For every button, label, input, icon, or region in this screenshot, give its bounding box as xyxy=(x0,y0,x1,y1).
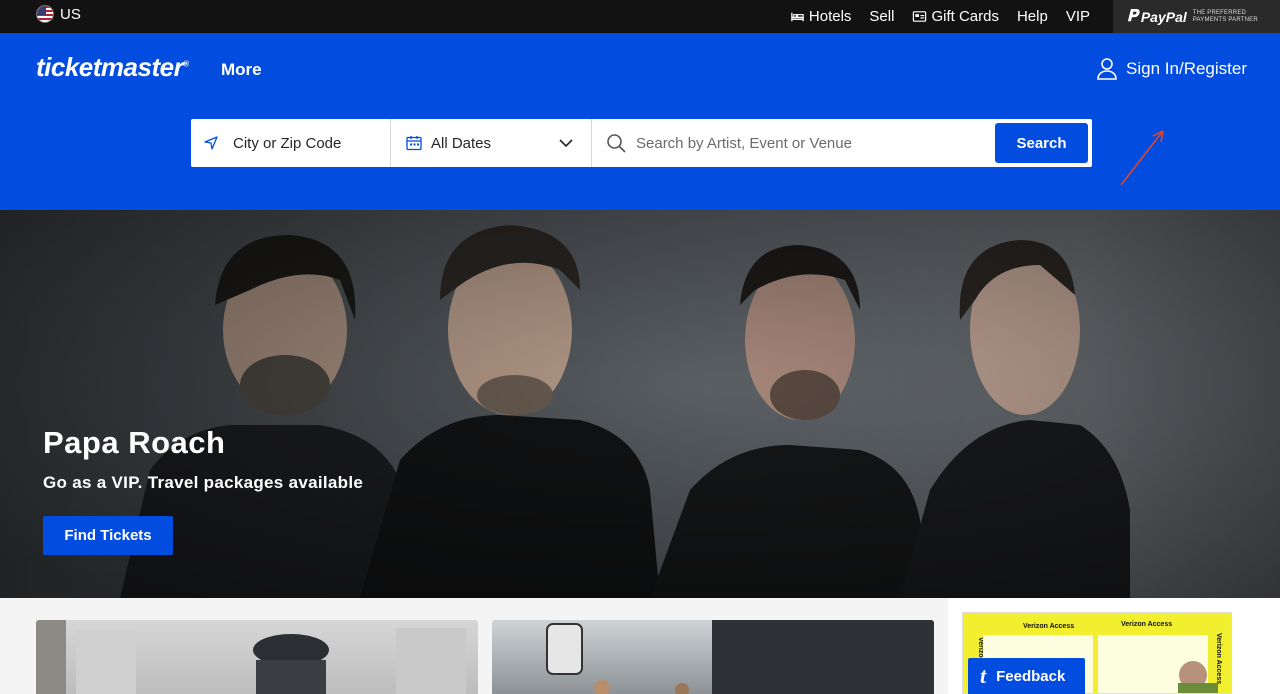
date-value: All Dates xyxy=(431,134,492,152)
search-button[interactable]: Search xyxy=(995,123,1088,163)
hero-subtitle: Go as a VIP. Travel packages available xyxy=(43,473,364,492)
ticketmaster-logo[interactable]: ticketmaster® xyxy=(36,52,189,83)
event-card-1[interactable] xyxy=(36,620,478,694)
region-label: US xyxy=(60,5,81,23)
event-card-2[interactable] xyxy=(492,620,934,694)
feedback-label: Feedback xyxy=(996,667,1066,685)
paypal-icon: 𝐏 xyxy=(1127,7,1138,25)
event-card-1-image xyxy=(36,620,466,694)
vip-label: VIP xyxy=(1065,8,1090,25)
hero-banner: Papa Roach Go as a VIP. Travel packages … xyxy=(0,210,1280,598)
hotels-link[interactable]: Hotels xyxy=(790,8,852,25)
calendar-icon xyxy=(406,136,422,151)
gift-cards-label: Gift Cards xyxy=(931,8,999,25)
date-select[interactable]: All Dates xyxy=(391,119,592,167)
paypal-tagline: THE PREFERRED PAYMENTS PARTNER xyxy=(1192,9,1258,23)
event-search-bar: City or Zip Code All Dates Search xyxy=(191,119,1092,167)
help-label: Help xyxy=(1016,8,1048,25)
utility-links: Hotels Sell Gift Cards Help VIP xyxy=(790,0,1090,33)
sell-link[interactable]: Sell xyxy=(869,8,894,25)
find-tickets-button[interactable]: Find Tickets xyxy=(43,516,173,555)
bed-icon xyxy=(791,12,804,22)
user-icon xyxy=(1097,58,1117,80)
location-arrow-icon xyxy=(204,136,218,150)
location-placeholder: City or Zip Code xyxy=(233,134,342,152)
help-link[interactable]: Help xyxy=(1017,8,1048,25)
paypal-partner-banner[interactable]: 𝐏 PayPal THE PREFERRED PAYMENTS PARTNER xyxy=(1113,0,1280,33)
hotels-label: Hotels xyxy=(808,8,852,25)
gift-cards-link[interactable]: Gift Cards xyxy=(912,8,999,25)
query-field: Search xyxy=(592,119,1092,167)
feedback-button[interactable]: t Feedback xyxy=(968,658,1085,694)
search-input[interactable] xyxy=(636,134,976,152)
chevron-down-icon xyxy=(559,139,573,148)
band-photo xyxy=(0,210,1280,598)
sell-label: Sell xyxy=(869,8,895,25)
region-selector[interactable]: US xyxy=(36,5,81,23)
site-header: ticketmaster® More Sign In/Register City… xyxy=(0,33,1280,210)
feedback-icon: t xyxy=(980,663,987,688)
sign-in-label: Sign In/Register xyxy=(1126,59,1247,78)
utility-bar: US Hotels Sell Gift Cards Help VIP 𝐏 PayP… xyxy=(0,0,1280,33)
location-field[interactable]: City or Zip Code xyxy=(191,119,391,167)
search-icon xyxy=(607,134,626,153)
annotation-arrow-icon xyxy=(1120,130,1164,186)
sign-in-register-link[interactable]: Sign In/Register xyxy=(1096,57,1247,81)
us-flag-icon xyxy=(36,5,54,23)
paypal-logo: 𝐏 PayPal xyxy=(1127,7,1187,25)
event-card-2-image xyxy=(546,620,934,694)
hero-title: Papa Roach xyxy=(43,425,226,460)
more-menu[interactable]: More xyxy=(221,60,262,80)
gift-card-icon xyxy=(913,11,927,22)
vip-link[interactable]: VIP xyxy=(1066,8,1090,25)
